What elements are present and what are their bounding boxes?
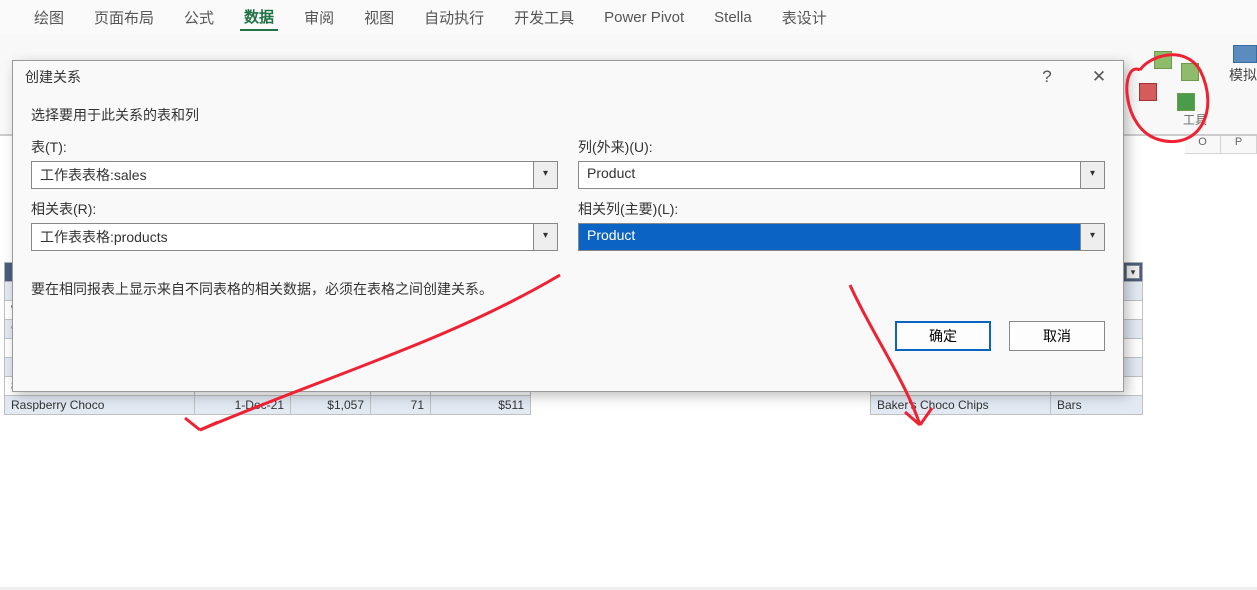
related-column-value: Product	[579, 224, 1080, 250]
table-row: Baker's Choco ChipsBars	[871, 396, 1143, 415]
tab-layout[interactable]: 页面布局	[90, 5, 158, 30]
dropdown-icon[interactable]: ▾	[1080, 162, 1104, 188]
tab-view[interactable]: 视图	[360, 5, 398, 30]
col-header-p[interactable]: P	[1221, 136, 1257, 154]
filter-icon[interactable]: ▾	[1126, 265, 1140, 279]
table-row: Raspberry Choco1-Dec-21$1,05771$511	[5, 396, 531, 415]
close-button[interactable]: ✕	[1087, 67, 1111, 87]
related-table-value: 工作表表格:products	[32, 224, 533, 250]
foreign-column-combo[interactable]: Product ▾	[578, 161, 1105, 189]
col-header-o[interactable]: O	[1185, 136, 1221, 154]
dropdown-icon[interactable]: ▾	[1080, 224, 1104, 250]
related-column-combo[interactable]: Product ▾	[578, 223, 1105, 251]
tab-powerpivot[interactable]: Power Pivot	[600, 7, 688, 28]
column-headers: O P	[1185, 136, 1257, 154]
ribbon-group-label: 工具	[1183, 111, 1207, 128]
foreign-column-label: 列(外来)(U):	[578, 137, 1105, 157]
relationships-icon[interactable]	[1154, 51, 1172, 69]
dialog-title: 创建关系	[25, 67, 81, 87]
dialog-description: 选择要用于此关系的表和列	[31, 105, 1105, 125]
tab-data[interactable]: 数据	[240, 4, 278, 31]
whatif-icon[interactable]	[1233, 45, 1257, 63]
tab-tabledesign[interactable]: 表设计	[778, 5, 831, 30]
cancel-button[interactable]: 取消	[1009, 321, 1105, 351]
ribbon-tabs: 绘图 页面布局 公式 数据 审阅 视图 自动执行 开发工具 Power Pivo…	[0, 0, 1257, 35]
remove-link-icon[interactable]	[1139, 83, 1157, 101]
table-combo-value: 工作表表格:sales	[32, 162, 533, 188]
simulate-label: 模拟	[1229, 65, 1257, 85]
dropdown-icon[interactable]: ▾	[533, 224, 557, 250]
ok-button[interactable]: 确定	[895, 321, 991, 351]
related-column-label: 相关列(主要)(L):	[578, 199, 1105, 219]
table-combo[interactable]: 工作表表格:sales ▾	[31, 161, 558, 189]
dropdown-icon[interactable]: ▾	[533, 162, 557, 188]
dialog-note: 要在相同报表上显示来自不同表格的相关数据，必须在表格之间创建关系。	[31, 279, 1105, 299]
related-table-label: 相关表(R):	[31, 199, 558, 219]
tab-autorun[interactable]: 自动执行	[420, 5, 488, 30]
related-table-combo[interactable]: 工作表表格:products ▾	[31, 223, 558, 251]
table-label: 表(T):	[31, 137, 558, 157]
tab-dev[interactable]: 开发工具	[510, 5, 578, 30]
tab-review[interactable]: 审阅	[300, 5, 338, 30]
foreign-column-value: Product	[579, 162, 1080, 188]
create-relationship-dialog: 创建关系 ? ✕ 选择要用于此关系的表和列 表(T): 工作表表格:sales …	[12, 60, 1124, 392]
help-button[interactable]: ?	[1035, 67, 1059, 87]
tab-draw[interactable]: 绘图	[30, 5, 68, 30]
manage-data-model-icon[interactable]	[1181, 63, 1199, 81]
tab-stella[interactable]: Stella	[710, 7, 756, 28]
tab-formulas[interactable]: 公式	[180, 5, 218, 30]
data-tool-icon[interactable]	[1177, 93, 1195, 111]
